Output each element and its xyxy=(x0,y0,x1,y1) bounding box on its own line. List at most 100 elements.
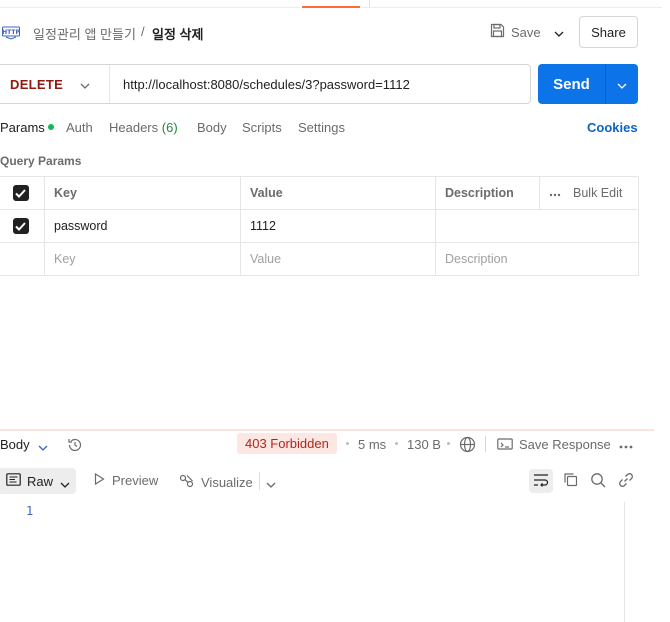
more-horizontal-icon xyxy=(549,186,561,200)
search-icon xyxy=(590,472,606,491)
tab-body[interactable]: Body xyxy=(197,120,227,135)
tab-settings[interactable]: Settings xyxy=(298,120,345,135)
response-size[interactable]: 130 B xyxy=(407,437,441,452)
wrap-lines-icon xyxy=(533,473,549,490)
row-enabled-checkbox[interactable] xyxy=(12,218,29,234)
response-divider[interactable] xyxy=(0,429,654,431)
param-value-input[interactable]: 1112 xyxy=(240,209,436,243)
copy-button[interactable] xyxy=(558,469,582,493)
tab-strip-border xyxy=(362,7,662,8)
globe-icon[interactable] xyxy=(459,436,476,456)
bulk-edit-label: Bulk Edit xyxy=(573,186,623,200)
response-body-editor[interactable]: 1 xyxy=(0,502,670,622)
wrap-lines-button[interactable] xyxy=(529,469,553,493)
tab-headers[interactable]: Headers (6) xyxy=(109,120,178,135)
link-button[interactable] xyxy=(614,469,638,493)
tab-strip xyxy=(0,0,670,8)
view-mode-label: Raw xyxy=(27,473,54,489)
param-description-input[interactable] xyxy=(435,209,639,243)
save-icon xyxy=(490,23,505,41)
chevron-down-icon xyxy=(60,476,70,491)
headers-count: (6) xyxy=(161,120,178,135)
http-icon: HTTP xyxy=(2,24,20,40)
bulk-edit-button[interactable]: Bulk Edit xyxy=(549,186,629,200)
tab-params[interactable]: Params xyxy=(0,120,54,135)
send-label: Send xyxy=(553,75,590,93)
toolbar-divider xyxy=(259,472,260,490)
toolbar-divider xyxy=(485,436,486,452)
save-response-button[interactable]: Save Response xyxy=(519,437,611,452)
chevron-down-icon[interactable] xyxy=(80,77,90,92)
description-column-header: Description xyxy=(435,176,540,210)
scrollbar[interactable] xyxy=(624,502,638,622)
response-view-bar: Raw Preview Visualize xyxy=(0,468,670,494)
url-input[interactable]: http://localhost:8080/schedules/3?passwo… xyxy=(123,77,410,92)
response-header: Body 403 Forbidden 5 ms 130 B Save Respo… xyxy=(0,433,670,456)
new-value-input[interactable]: Value xyxy=(240,242,436,276)
table-header-row: Key Value Description Bulk Edit xyxy=(0,176,639,210)
search-button[interactable] xyxy=(586,469,610,493)
cookies-link[interactable]: Cookies xyxy=(587,120,638,135)
empty-checkbox-cell xyxy=(0,242,45,276)
bulk-edit-cell[interactable]: Bulk Edit xyxy=(539,176,639,210)
send-options-button[interactable] xyxy=(606,64,638,104)
active-tab-indicator xyxy=(302,6,360,8)
line-number: 1 xyxy=(26,504,34,518)
tab-strip-divider xyxy=(369,0,370,7)
meta-separator xyxy=(395,442,398,445)
select-all-checkbox[interactable] xyxy=(12,185,29,201)
tab-scripts[interactable]: Scripts xyxy=(242,120,282,135)
row-checkbox-cell[interactable] xyxy=(0,209,45,243)
table-row-empty: Key Value Description xyxy=(0,242,639,276)
visualize-button[interactable]: Visualize xyxy=(179,473,253,492)
meta-separator xyxy=(346,442,349,445)
params-active-dot xyxy=(47,123,54,130)
meta-separator xyxy=(447,442,450,445)
query-params-table: Key Value Description Bulk Edit password… xyxy=(0,176,639,276)
copy-icon xyxy=(563,472,578,490)
svg-text:HTTP: HTTP xyxy=(2,29,20,36)
breadcrumb-separator: / xyxy=(141,24,145,39)
view-mode-select[interactable]: Raw xyxy=(0,468,76,494)
chevron-down-icon xyxy=(554,25,564,40)
value-column-header: Value xyxy=(240,176,436,210)
new-key-input[interactable]: Key xyxy=(44,242,241,276)
table-row: password 1112 xyxy=(0,209,639,243)
share-button[interactable]: Share xyxy=(579,16,638,48)
method-divider xyxy=(109,65,110,103)
request-header: HTTP 일정관리 앱 만들기 / 일정 삭제 Save Share xyxy=(0,16,670,48)
request-tabs: Params Auth Headers (6) Body Scripts Set… xyxy=(0,120,670,140)
preview-label: Preview xyxy=(112,473,159,488)
chevron-down-icon xyxy=(617,77,627,92)
preview-button[interactable]: Preview xyxy=(94,472,159,488)
query-params-title: Query Params xyxy=(0,154,82,168)
select-all-cell[interactable] xyxy=(0,176,45,210)
send-button[interactable]: Send xyxy=(538,64,638,104)
breadcrumb-collection[interactable]: 일정관리 앱 만들기 xyxy=(33,24,136,43)
new-description-input[interactable]: Description xyxy=(435,242,639,276)
method-select[interactable]: DELETE xyxy=(10,77,63,92)
save-button[interactable]: Save xyxy=(484,16,546,48)
response-body-select[interactable]: Body xyxy=(0,437,30,452)
history-icon[interactable] xyxy=(67,437,83,456)
key-column-header: Key xyxy=(44,176,241,210)
chevron-down-icon[interactable] xyxy=(266,476,276,491)
response-time[interactable]: 5 ms xyxy=(358,437,386,452)
request-url-bar: DELETE http://localhost:8080/schedules/3… xyxy=(0,64,531,104)
param-key-input[interactable]: password xyxy=(44,209,241,243)
tab-auth[interactable]: Auth xyxy=(66,120,93,135)
link-icon xyxy=(618,472,634,491)
more-options-icon[interactable] xyxy=(619,437,633,452)
save-options-button[interactable] xyxy=(546,16,572,48)
chevron-down-icon[interactable] xyxy=(38,439,48,454)
tab-strip-border xyxy=(0,7,300,8)
status-badge[interactable]: 403 Forbidden xyxy=(237,433,337,454)
tab-headers-label: Headers xyxy=(109,120,159,135)
save-response-icon[interactable] xyxy=(497,437,513,454)
play-icon xyxy=(94,472,105,488)
visualize-icon xyxy=(179,473,195,492)
visualize-label: Visualize xyxy=(201,475,253,490)
breadcrumb-request-name[interactable]: 일정 삭제 xyxy=(152,24,203,43)
tab-params-label: Params xyxy=(0,120,45,135)
raw-format-icon xyxy=(6,473,21,489)
